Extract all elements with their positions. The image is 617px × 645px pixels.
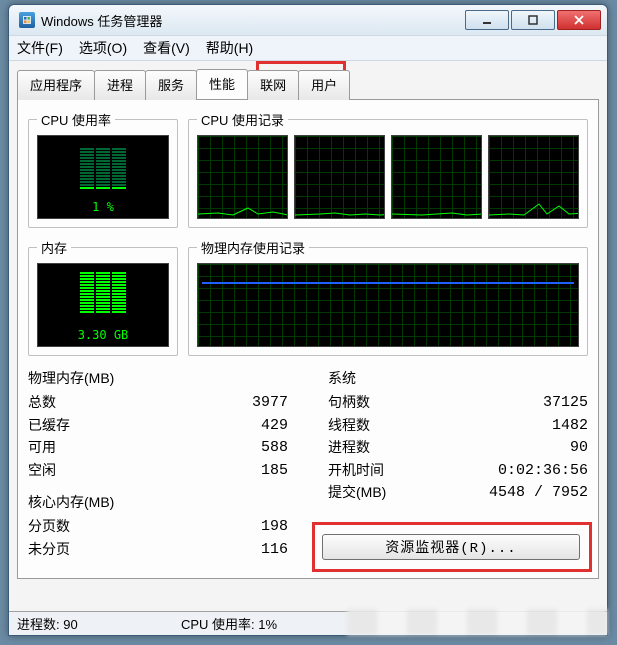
paged-label: 分页数 xyxy=(28,516,70,539)
commit-label: 提交(MB) xyxy=(328,482,386,505)
threads-label: 线程数 xyxy=(328,415,370,438)
cpu-history-group: CPU 使用记录 xyxy=(188,110,588,228)
phys-mem-history-chart xyxy=(197,263,579,347)
processes-value: 90 xyxy=(570,437,588,460)
memory-group: 内存 3.30 GB xyxy=(28,238,178,356)
cached-value: 429 xyxy=(261,415,288,438)
tab-services[interactable]: 服务 xyxy=(145,70,197,100)
menu-options[interactable]: 选项(O) xyxy=(79,38,127,58)
nonpaged-label: 未分页 xyxy=(28,539,70,562)
kernel-mem-title: 核心内存(MB) xyxy=(28,492,288,512)
avail-label: 可用 xyxy=(28,437,56,460)
memory-value: 3.30 GB xyxy=(38,328,168,342)
free-value: 185 xyxy=(261,460,288,483)
titlebar[interactable]: Windows 任务管理器 xyxy=(9,5,607,35)
paged-value: 198 xyxy=(261,516,288,539)
cpu-usage-value: 1 % xyxy=(38,200,168,214)
menu-view[interactable]: 查看(V) xyxy=(143,38,190,58)
maximize-button[interactable] xyxy=(511,10,555,30)
phys-mem-history-group: 物理内存使用记录 xyxy=(188,238,588,356)
minimize-button[interactable] xyxy=(465,10,509,30)
client-area: 应用程序 进程 服务 性能 联网 用户 CPU 使用率 1 % xyxy=(9,61,607,611)
cpu-history-chart-2 xyxy=(294,135,385,219)
uptime-label: 开机时间 xyxy=(328,460,384,483)
cpu-history-chart-3 xyxy=(391,135,482,219)
tab-users[interactable]: 用户 xyxy=(298,70,350,100)
memory-legend: 内存 xyxy=(37,238,71,257)
threads-value: 1482 xyxy=(552,415,588,438)
memory-line-icon xyxy=(202,282,574,284)
cached-label: 已缓存 xyxy=(28,415,70,438)
phys-mem-title: 物理内存(MB) xyxy=(28,368,288,388)
cpu-history-legend: CPU 使用记录 xyxy=(197,110,288,129)
cpu-usage-meter: 1 % xyxy=(37,135,169,219)
tab-performance[interactable]: 性能 xyxy=(196,69,248,99)
tab-strip: 应用程序 进程 服务 性能 联网 用户 xyxy=(17,69,599,99)
total-label: 总数 xyxy=(28,392,56,415)
menu-help[interactable]: 帮助(H) xyxy=(206,38,253,58)
tab-applications[interactable]: 应用程序 xyxy=(17,70,95,100)
resource-monitor-button[interactable]: 资源监视器(R)... xyxy=(322,534,580,560)
close-button[interactable] xyxy=(557,10,601,30)
memory-bars-icon xyxy=(80,272,126,313)
tab-networking[interactable]: 联网 xyxy=(247,70,299,100)
cpu-usage-legend: CPU 使用率 xyxy=(37,110,115,129)
status-bar: 进程数: 90 CPU 使用率: 1% xyxy=(9,611,607,635)
app-icon xyxy=(19,12,35,28)
handles-label: 句柄数 xyxy=(328,392,370,415)
avail-value: 588 xyxy=(261,437,288,460)
system-title: 系统 xyxy=(328,368,588,388)
stats-area: 物理内存(MB) 总数 3977 已缓存 429 可用 588 空闲 185 核心内存(… xyxy=(28,368,588,561)
window-buttons xyxy=(465,10,601,30)
processes-label: 进程数 xyxy=(328,437,370,460)
phys-mem-history-legend: 物理内存使用记录 xyxy=(197,238,309,257)
total-value: 3977 xyxy=(252,392,288,415)
nonpaged-value: 116 xyxy=(261,539,288,562)
window-title: Windows 任务管理器 xyxy=(41,11,465,30)
cpu-history-chart-1 xyxy=(197,135,288,219)
obscured-region xyxy=(347,609,607,635)
task-manager-window: Windows 任务管理器 文件(F) 选项(O) 查看(V) 帮助(H) 应用… xyxy=(8,4,608,636)
free-label: 空闲 xyxy=(28,460,56,483)
commit-value: 4548 / 7952 xyxy=(489,482,588,505)
tab-processes[interactable]: 进程 xyxy=(94,70,146,100)
uptime-value: 0:02:36:56 xyxy=(498,460,588,483)
performance-panel: CPU 使用率 1 % CPU 使用记录 xyxy=(17,99,599,579)
cpu-bars-icon xyxy=(80,148,126,189)
status-processes: 进程数: 90 xyxy=(17,614,157,633)
cpu-history-chart-4 xyxy=(488,135,579,219)
status-cpu: CPU 使用率: 1% xyxy=(181,614,321,633)
handles-value: 37125 xyxy=(543,392,588,415)
cpu-usage-group: CPU 使用率 1 % xyxy=(28,110,178,228)
menu-file[interactable]: 文件(F) xyxy=(17,38,63,58)
menubar: 文件(F) 选项(O) 查看(V) 帮助(H) xyxy=(9,35,607,61)
memory-meter: 3.30 GB xyxy=(37,263,169,347)
